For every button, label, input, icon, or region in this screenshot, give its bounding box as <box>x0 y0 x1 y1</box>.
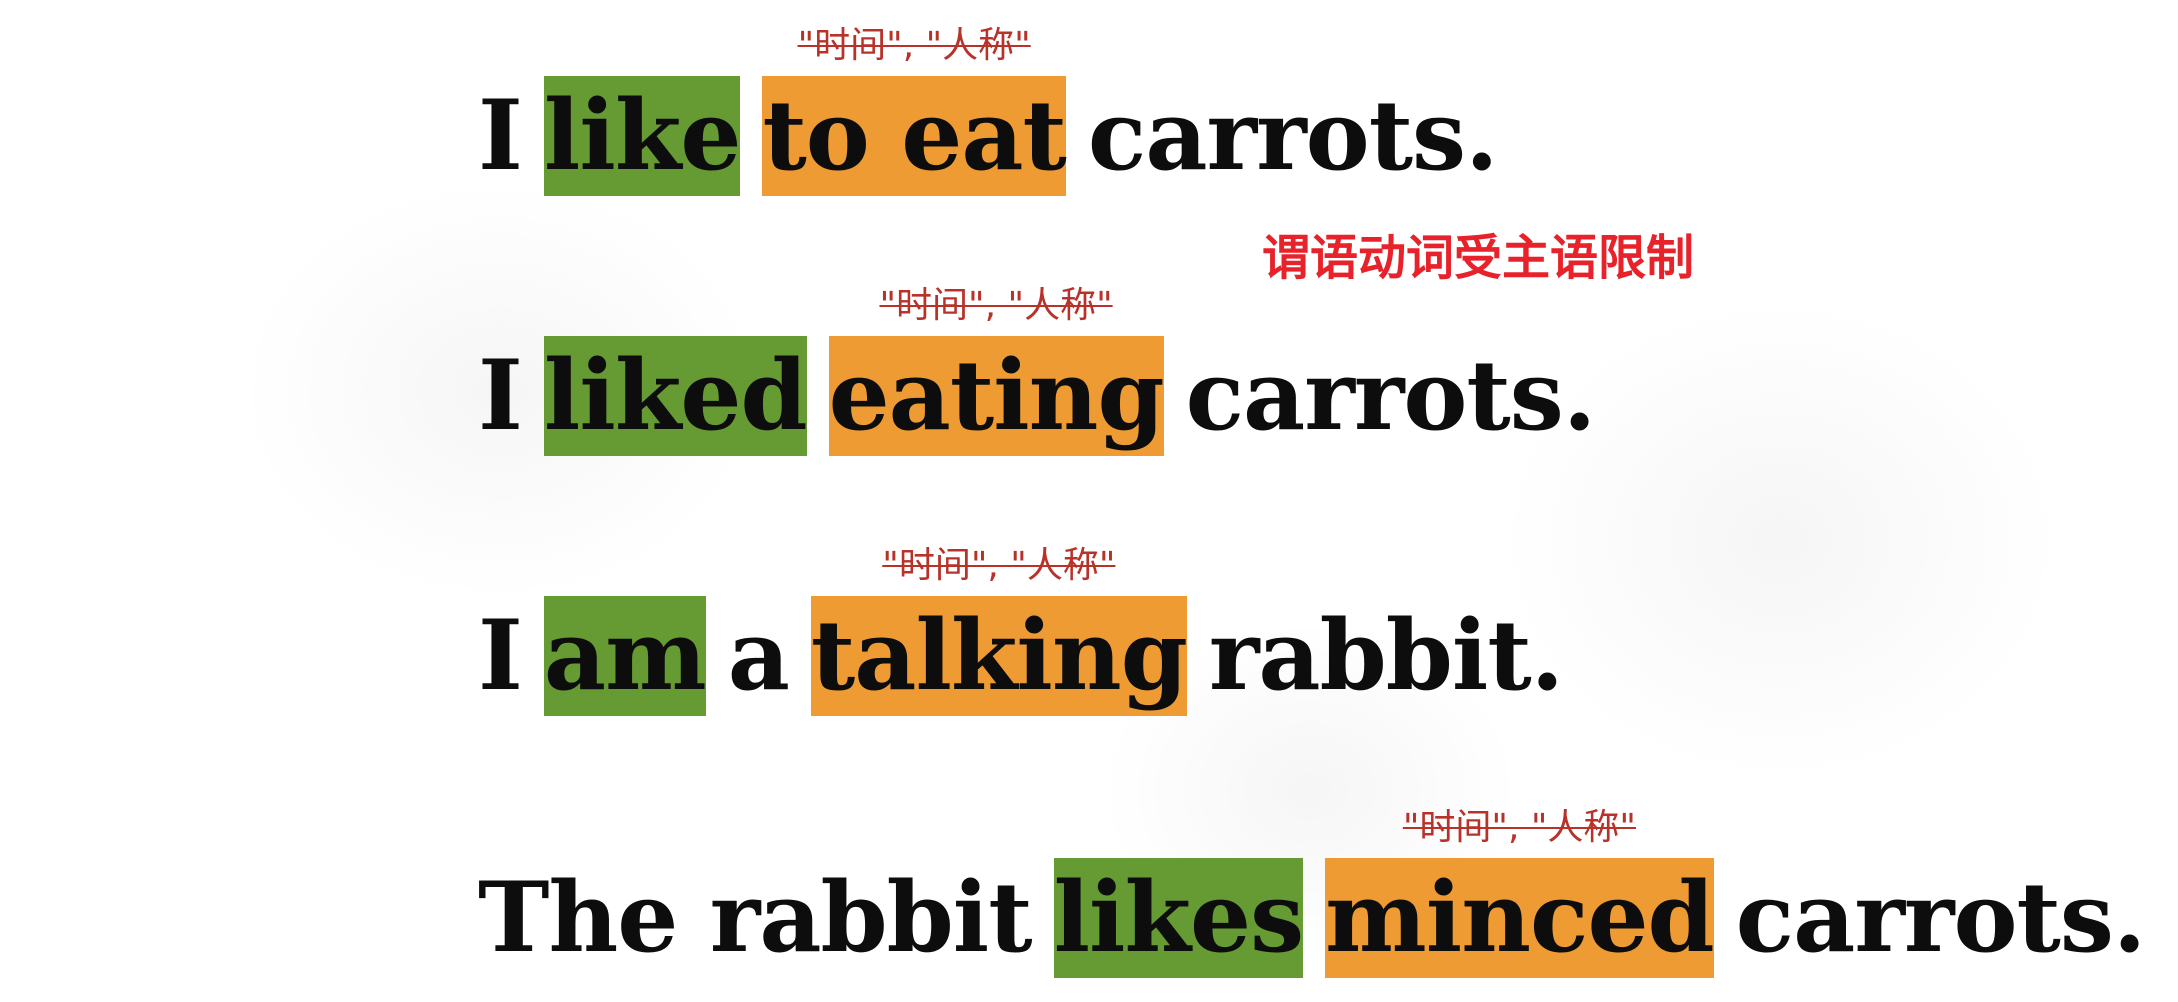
non-finite-verb-text: talking <box>810 599 1188 712</box>
sentence-1: Ilike to eat "时间", "人称" carrots. <box>478 25 1499 196</box>
sentence-object: carrots. <box>1185 339 1597 452</box>
sentence-object: carrots. <box>1087 79 1499 192</box>
predicate-verb-highlight: am <box>543 596 707 716</box>
sentence-article: a <box>727 599 790 712</box>
non-finite-verb-text: to eat <box>762 79 1066 192</box>
non-finite-verb-highlight: to eat "时间", "人称" <box>762 25 1067 196</box>
non-finite-verb-highlight: talking "时间", "人称" <box>810 545 1188 716</box>
crossed-out-note: "时间", "人称" <box>1402 807 1636 848</box>
non-finite-verb-text: eating <box>828 339 1165 452</box>
sentence-subject: I <box>478 79 523 192</box>
predicate-verb-highlight: liked <box>543 336 808 456</box>
predicate-verb-highlight: likes <box>1053 858 1304 978</box>
sentence-object: rabbit. <box>1208 599 1564 712</box>
crossed-out-note: "时间", "人称" <box>797 25 1031 66</box>
sentence-subject: I <box>478 339 523 452</box>
sentence-subject: I <box>478 599 523 712</box>
crossed-out-note: "时间", "人称" <box>879 285 1113 326</box>
sentence-object: carrots. <box>1735 861 2147 974</box>
sentence-subject: The rabbit <box>478 861 1033 974</box>
sentence-3: Iam a talking "时间", "人称" rabbit. <box>478 545 1564 716</box>
crossed-out-note: "时间", "人称" <box>882 545 1116 586</box>
sentence-2: Iliked eating "时间", "人称" carrots. <box>478 285 1597 456</box>
non-finite-verb-highlight: minced "时间", "人称" <box>1325 807 1715 978</box>
non-finite-verb-text: minced <box>1325 861 1714 974</box>
slide-canvas: Ilike to eat "时间", "人称" carrots. 谓语动词受主语限制 … <box>0 0 2178 1002</box>
rule-annotation: 谓语动词受主语限制 <box>1262 230 1695 286</box>
sentence-4: The rabbit likes minced "时间", "人称" carrots. <box>478 807 2147 978</box>
non-finite-verb-highlight: eating "时间", "人称" <box>828 285 1165 456</box>
predicate-verb-highlight: like <box>543 76 741 196</box>
